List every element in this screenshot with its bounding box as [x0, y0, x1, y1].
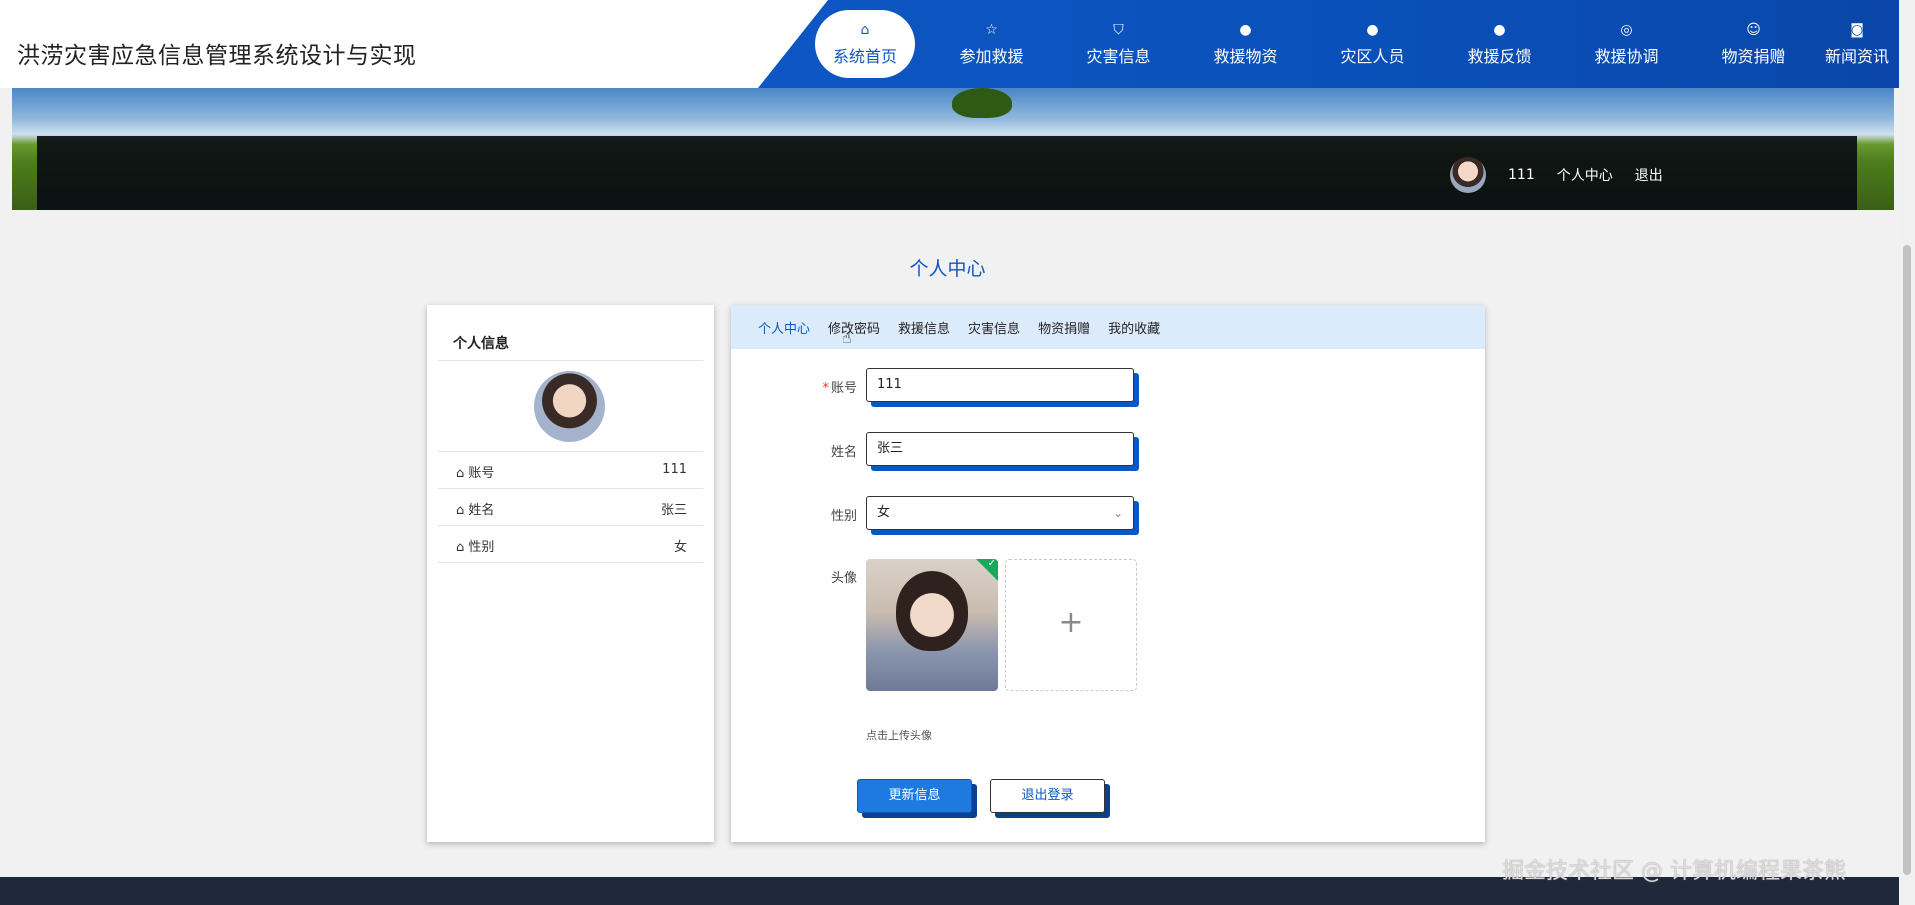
row-value: 女: [673, 540, 687, 555]
profile-card: 个人信息 ⌂ 账号 111 ⌂ 姓名 张三 ⌂ 性别 女: [427, 305, 714, 842]
main-nav: ⌂ 系统首页 ☆ 参加救援 ⛉ 灾害信息 ● 救援物资 ● 灾区人员 ● 救援反…: [815, 10, 1900, 78]
logout-button[interactable]: 退出登录: [990, 779, 1105, 813]
nav-item-news[interactable]: ◙ 新闻资讯: [1817, 10, 1897, 78]
nav-label: 系统首页: [832, 47, 897, 66]
nav-label: 参加救援: [959, 47, 1024, 66]
check-icon: ✓: [976, 559, 998, 581]
home-icon: ⌂: [456, 540, 465, 555]
row-value: 111: [662, 462, 687, 477]
row-value: 张三: [660, 503, 687, 518]
nav-item-disaster-info[interactable]: ⛉ 灾害信息: [1055, 10, 1182, 78]
page-title: 个人中心: [909, 258, 986, 280]
mouse-pointer-icon: ☝: [842, 328, 852, 347]
home-icon: ⌂: [456, 503, 465, 518]
home-icon: ⌂: [456, 466, 465, 481]
row-label: 姓名: [468, 503, 495, 518]
tab-disaster-info[interactable]: 灾害信息: [968, 318, 1020, 337]
profile-card-title: 个人信息: [453, 336, 509, 352]
nav-label: 救援反馈: [1467, 47, 1532, 66]
uploaded-avatar-preview[interactable]: ✓: [866, 559, 998, 691]
camera-icon: ◙: [1850, 22, 1864, 38]
scrollbar[interactable]: [1899, 0, 1915, 905]
profile-row-account: ⌂ 账号 111: [438, 452, 703, 489]
account-label: * 账号: [797, 377, 857, 396]
nav-item-rescue-coordination[interactable]: ◎ 救援协调: [1563, 10, 1690, 78]
upload-add-button[interactable]: +: [1005, 559, 1137, 691]
info-icon: ●: [1493, 22, 1506, 38]
account-label-text: 账号: [830, 381, 857, 396]
avatar-label: 头像: [830, 571, 857, 586]
nav-label: 灾害信息: [1086, 47, 1151, 66]
nav-item-home[interactable]: ⌂ 系统首页: [815, 10, 915, 78]
gender-selected: 女: [877, 505, 891, 520]
nav-label: 物资捐赠: [1721, 47, 1786, 66]
tab-personal-center[interactable]: 个人中心: [758, 318, 810, 337]
watermark: 掘金技术社区 @ 计算机编程果茶熊: [1502, 859, 1846, 884]
tab-change-password[interactable]: 修改密码: [828, 318, 880, 337]
row-label: 性别: [468, 540, 495, 555]
alert-icon: ●: [1239, 22, 1252, 38]
username: 111: [1508, 167, 1535, 183]
profile-avatar: [534, 371, 605, 442]
name-input[interactable]: 张三: [866, 432, 1134, 466]
globe-icon: ◎: [1620, 22, 1633, 38]
banner-tree: [952, 88, 1012, 118]
upload-hint: 点击上传头像: [866, 729, 932, 742]
scrollbar-thumb[interactable]: [1903, 245, 1911, 875]
user-center-link[interactable]: 个人中心: [1557, 165, 1613, 185]
bag-icon: ⛉: [1113, 22, 1124, 38]
tab-donation[interactable]: 物资捐赠: [1038, 318, 1090, 337]
tab-rescue-info[interactable]: 救援信息: [898, 318, 950, 337]
account-input[interactable]: 111: [866, 368, 1134, 402]
star-icon: ☆: [985, 22, 998, 38]
user-bar: 111 个人中心 退出: [1450, 157, 1685, 193]
avatar-photo: [896, 571, 968, 651]
header: 洪涝灾害应急信息管理系统设计与实现 ⌂ 系统首页 ☆ 参加救援 ⛉ 灾害信息 ●…: [0, 0, 1915, 88]
name-label: 姓名: [830, 445, 857, 460]
nav-item-affected-people[interactable]: ● 灾区人员: [1309, 10, 1436, 78]
chevron-down-icon: ⌄: [1112, 506, 1123, 520]
profile-row-name: ⌂ 姓名 张三: [438, 489, 703, 526]
row-label: 账号: [468, 466, 495, 481]
tab-favorites[interactable]: 我的收藏: [1108, 318, 1160, 337]
gender-label: 性别: [830, 509, 857, 524]
nav-label: 新闻资讯: [1824, 47, 1889, 66]
nav-label: 灾区人员: [1340, 47, 1405, 66]
nav-item-rescue-supplies[interactable]: ● 救援物资: [1182, 10, 1309, 78]
nav-item-donation[interactable]: ☺ 物资捐赠: [1690, 10, 1817, 78]
nav-item-join-rescue[interactable]: ☆ 参加救援: [928, 10, 1055, 78]
site-title: 洪涝灾害应急信息管理系统设计与实现: [17, 43, 417, 69]
required-mark: *: [822, 381, 829, 396]
divider: [438, 360, 703, 361]
smile-icon: ☺: [1746, 22, 1761, 38]
update-info-button[interactable]: 更新信息: [857, 779, 972, 813]
form-card: 个人中心 修改密码 救援信息 灾害信息 物资捐赠 我的收藏 * 账号 111 姓名…: [731, 305, 1485, 842]
gender-select[interactable]: 女 ⌄: [866, 496, 1134, 530]
nav-label: 救援物资: [1213, 47, 1278, 66]
avatar[interactable]: [1450, 157, 1486, 193]
profile-row-gender: ⌂ 性别 女: [438, 526, 703, 563]
nav-item-rescue-feedback[interactable]: ● 救援反馈: [1436, 10, 1563, 78]
question-icon: ●: [1366, 22, 1379, 38]
nav-label: 救援协调: [1594, 47, 1659, 66]
logout-link[interactable]: 退出: [1635, 165, 1663, 185]
home-icon: ⌂: [860, 22, 870, 38]
